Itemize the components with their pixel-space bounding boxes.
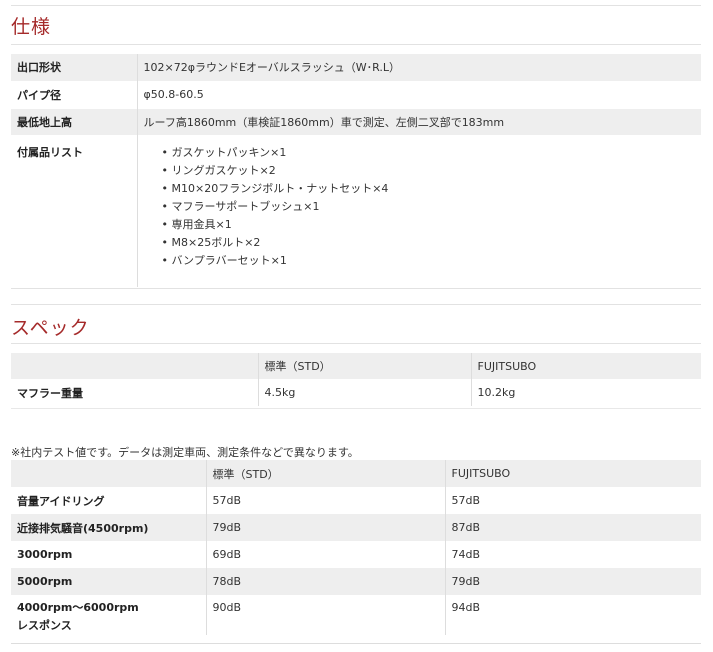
spec-bottom-divider xyxy=(11,288,701,289)
spec-title-divider xyxy=(11,44,701,45)
sound-label-line1: 4000rpm～6000rpm xyxy=(17,601,139,614)
sound-row: 3000rpm 69dB 74dB xyxy=(11,541,701,568)
spec-row-accessories: 付属品リスト ガスケットパッキン×1 リングガスケット×2 M10×20フランジ… xyxy=(11,134,702,287)
weight-std-value: 4.5kg xyxy=(258,379,472,406)
sound-bottom-divider xyxy=(11,643,701,644)
sound-table: 標準（STD） FUJITSUBO 音量アイドリング 57dB 57dB 近接排… xyxy=(11,460,701,635)
spec-value-clearance: ルーフ高1860mm（車検証1860mm）車で測定、左側二叉部で183mm xyxy=(137,107,701,135)
spec-label-outlet: 出口形状 xyxy=(11,54,138,81)
weight-header-row: 標準（STD） FUJITSUBO xyxy=(11,353,701,379)
sound-row: 5000rpm 78dB 79dB xyxy=(11,568,701,595)
sound-row: 近接排気騒音(4500rpm) 79dB 87dB xyxy=(11,514,701,541)
sound-label: 4000rpm～6000rpm レスポンス xyxy=(11,595,207,635)
spec-label-pipe: パイプ径 xyxy=(11,80,138,108)
accessory-item: M8×25ボルト×2 xyxy=(162,234,702,252)
sound-row: 4000rpm～6000rpm レスポンス 90dB 94dB xyxy=(11,595,701,635)
sound-fujitsubo-value: 57dB xyxy=(451,494,481,507)
performance-title-divider xyxy=(11,343,701,344)
accessory-item: ガスケットパッキン×1 xyxy=(162,144,702,162)
spec-section-title: 仕様 xyxy=(11,16,52,38)
accessory-item: 専用金具×1 xyxy=(162,216,702,234)
sound-std-value: 79dB xyxy=(206,514,446,541)
accessory-list: ガスケットパッキン×1 リングガスケット×2 M10×20フランジボルト・ナット… xyxy=(144,144,702,270)
weight-header-std: 標準（STD） xyxy=(258,353,472,379)
spec-row-clearance: 最低地上高 ルーフ高1860mm（車検証1860mm）車で測定、左側二叉部で18… xyxy=(11,107,701,135)
sound-fujitsubo-value: 79dB xyxy=(445,568,701,595)
sound-header-std: 標準（STD） xyxy=(206,460,446,487)
sound-label: 5000rpm xyxy=(11,568,207,595)
accessory-item: リングガスケット×2 xyxy=(162,162,702,180)
performance-section-title: スペック xyxy=(11,317,90,339)
sound-row: 音量アイドリング 57dB 57dB xyxy=(11,487,701,514)
weight-header-fujitsubo: FUJITSUBO xyxy=(471,353,701,379)
sound-std-value: 69dB xyxy=(206,541,446,568)
sound-header-fujitsubo: FUJITSUBO xyxy=(445,460,701,487)
weight-bottom-divider xyxy=(11,408,701,409)
spec-row-pipe: パイプ径 φ50.8-60.5 xyxy=(11,80,701,108)
spec-table: 出口形状 102×72φラウンドEオーバルスラッシュ（W･R.L） パイプ径 φ… xyxy=(11,54,701,287)
sound-fujitsubo-value: 94dB xyxy=(451,601,481,614)
spec-value-pipe: φ50.8-60.5 xyxy=(137,80,701,108)
weight-row: マフラー重量 4.5kg 10.2kg xyxy=(11,379,701,406)
weight-label: マフラー重量 xyxy=(11,379,259,406)
sound-std-value: 90dB xyxy=(206,595,446,635)
performance-top-divider xyxy=(11,304,701,305)
accessory-item: バンプラバーセット×1 xyxy=(162,252,702,270)
sound-header-blank xyxy=(11,460,207,487)
spec-label-accessories: 付属品リスト xyxy=(11,134,138,287)
spec-label-clearance: 最低地上高 xyxy=(11,107,138,135)
sound-std-value: 78dB xyxy=(206,568,446,595)
weight-table: 標準（STD） FUJITSUBO マフラー重量 4.5kg 10.2kg xyxy=(11,353,701,406)
sound-std-value: 57dB xyxy=(206,487,446,514)
spec-value-outlet: 102×72φラウンドEオーバルスラッシュ（W･R.L） xyxy=(137,54,701,81)
sound-header-row: 標準（STD） FUJITSUBO xyxy=(11,460,701,487)
spec-row-outlet: 出口形状 102×72φラウンドEオーバルスラッシュ（W･R.L） xyxy=(11,54,701,81)
weight-fujitsubo-value: 10.2kg xyxy=(477,386,516,399)
sound-label: 音量アイドリング xyxy=(11,487,207,514)
test-note: ※社内テスト値です。データは測定車両、測定条件などで異なります。 xyxy=(11,446,359,459)
sound-fujitsubo-value: 87dB xyxy=(445,514,701,541)
sound-fujitsubo-value: 74dB xyxy=(451,548,481,561)
sound-label-line2: レスポンス xyxy=(17,619,72,632)
sound-label: 近接排気騒音(4500rpm) xyxy=(11,514,207,541)
accessory-item: M10×20フランジボルト・ナットセット×4 xyxy=(162,180,702,198)
accessory-item: マフラーサポートブッシュ×1 xyxy=(162,198,702,216)
spec-value-accessories: ガスケットパッキン×1 リングガスケット×2 M10×20フランジボルト・ナット… xyxy=(137,134,702,287)
weight-header-blank xyxy=(11,353,259,379)
top-divider xyxy=(11,5,701,6)
sound-label: 3000rpm xyxy=(11,541,207,568)
